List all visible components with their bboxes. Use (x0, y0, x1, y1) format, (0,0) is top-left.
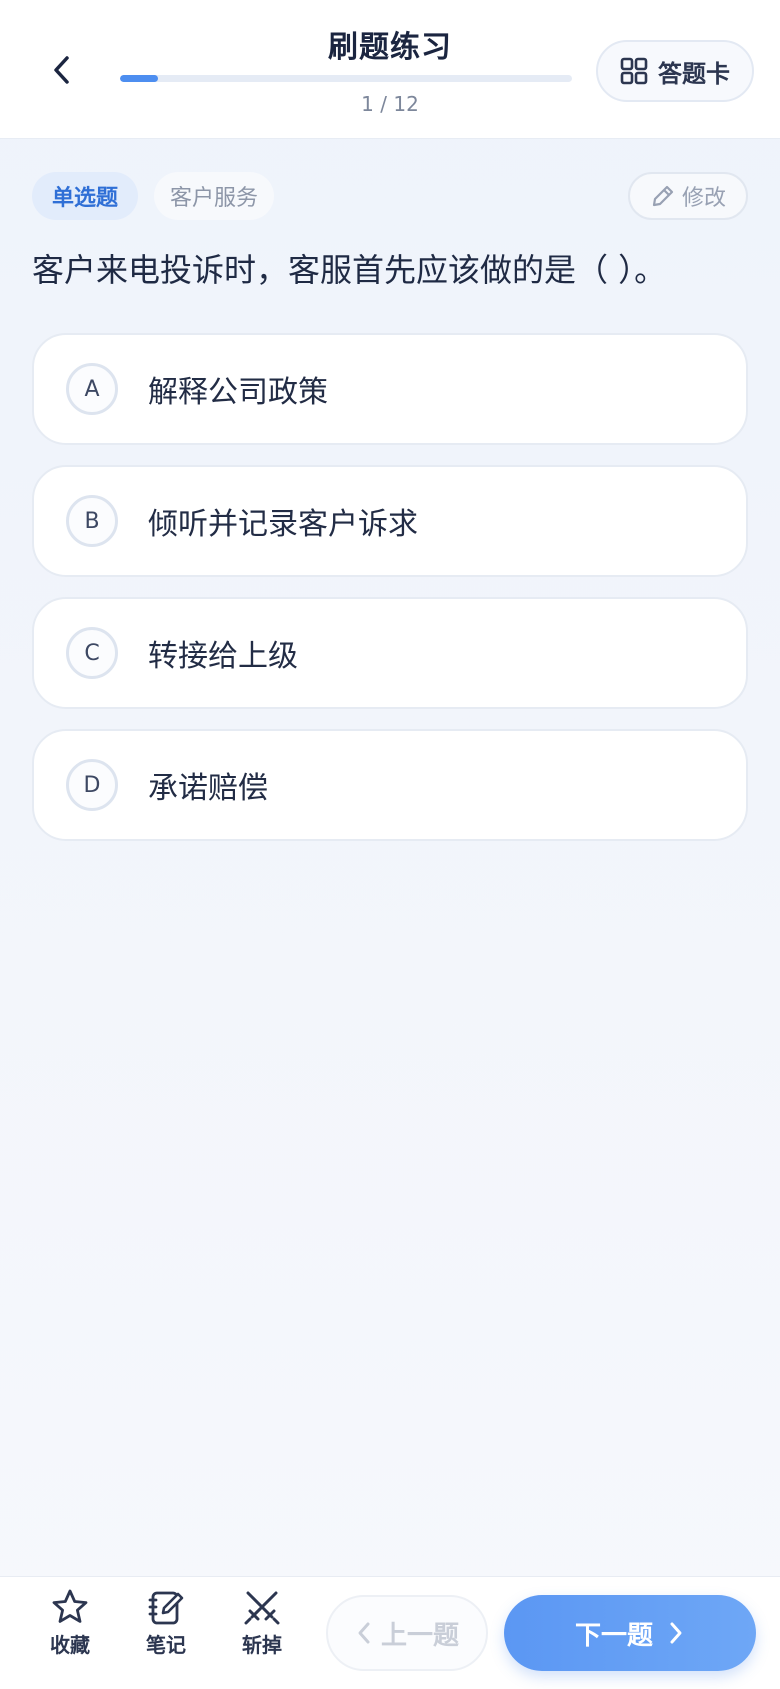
bottom-toolbar: 收藏 笔记 斩掉 上一题 下一题 (0, 1576, 780, 1689)
option-b[interactable]: B 倾听并记录客户诉求 (32, 465, 748, 577)
question-text: 客户来电投诉时，客服首先应该做的是（ ）。 (32, 251, 667, 289)
option-letter: A (66, 363, 118, 415)
option-text: 转接给上级 (148, 639, 298, 674)
favorite-label: 收藏 (50, 1633, 90, 1657)
crossed-swords-icon (244, 1591, 280, 1625)
answer-card-label: 答题卡 (658, 59, 730, 88)
pencil-icon (652, 185, 674, 207)
progress-bar (120, 75, 572, 82)
note-button[interactable]: 笔记 (126, 1587, 206, 1677)
favorite-button[interactable]: 收藏 (30, 1587, 110, 1677)
edit-button[interactable]: 修改 (628, 172, 748, 220)
grid-icon (620, 57, 648, 85)
option-text: 倾听并记录客户诉求 (148, 507, 418, 542)
option-letter: D (66, 759, 118, 811)
chevron-right-icon (670, 1622, 682, 1644)
option-d[interactable]: D 承诺赔偿 (32, 729, 748, 841)
previous-label: 上一题 (380, 1620, 459, 1651)
progress-fill (120, 75, 158, 82)
option-letter: C (66, 627, 118, 679)
next-question-button[interactable]: 下一题 (504, 1595, 756, 1671)
top-bar: 刷题练习 1 / 12 答题卡 (0, 0, 780, 139)
option-a[interactable]: A 解释公司政策 (32, 333, 748, 445)
edit-label: 修改 (681, 186, 726, 211)
remove-button[interactable]: 斩掉 (222, 1587, 302, 1677)
previous-question-button[interactable]: 上一题 (326, 1595, 488, 1671)
option-text: 承诺赔偿 (148, 771, 268, 806)
question-type-tag: 单选题 (32, 172, 138, 220)
remove-label: 斩掉 (242, 1633, 282, 1657)
answer-card-button[interactable]: 答题卡 (596, 40, 754, 102)
note-icon (148, 1591, 184, 1625)
category-tag: 客户服务 (154, 172, 274, 220)
option-text: 解释公司政策 (148, 375, 328, 410)
option-letter: B (66, 495, 118, 547)
next-label: 下一题 (574, 1620, 653, 1651)
option-c[interactable]: C 转接给上级 (32, 597, 748, 709)
star-icon (52, 1589, 88, 1623)
chevron-left-icon (358, 1622, 370, 1644)
note-label: 笔记 (146, 1633, 186, 1657)
